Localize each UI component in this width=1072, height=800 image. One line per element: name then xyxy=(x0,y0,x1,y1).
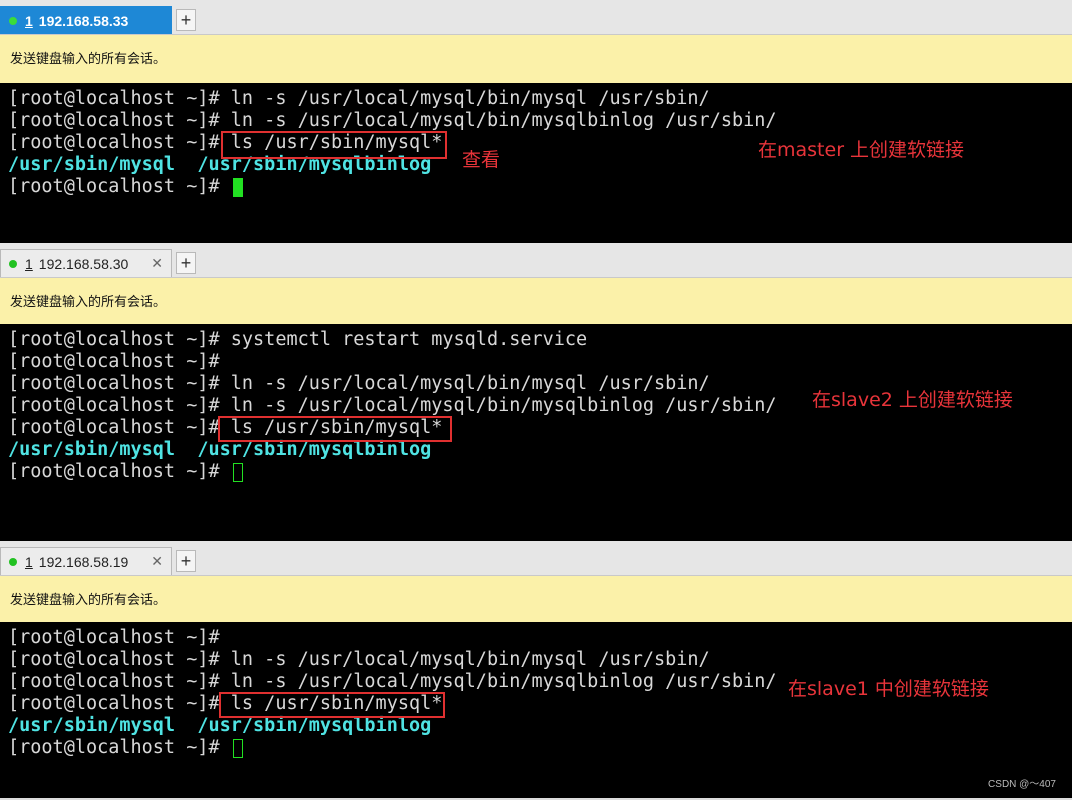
terminal-line: [root@localhost ~]# ln -s /usr/local/mys… xyxy=(8,110,777,131)
tab-bar: 1 192.168.58.33 + xyxy=(0,0,1072,35)
add-tab-button[interactable]: + xyxy=(176,252,196,274)
close-icon[interactable]: ✕ xyxy=(151,255,163,272)
terminal-screen[interactable]: [root@localhost ~]# systemctl restart my… xyxy=(0,324,1072,541)
watermark: CSDN @～407 xyxy=(988,779,1056,790)
tab-session-2[interactable]: 1 192.168.58.30 ✕ xyxy=(0,249,172,277)
terminal-cursor xyxy=(232,177,243,197)
terminal-line: [root@localhost ~]# ln -s /usr/local/mys… xyxy=(8,649,710,670)
terminal-line: [root@localhost ~]# xyxy=(8,737,1072,759)
terminal-screen[interactable]: [root@localhost ~]# [root@localhost ~]# … xyxy=(0,622,1072,798)
terminal-cursor xyxy=(232,462,243,482)
tab-number: 1 xyxy=(25,553,33,570)
tab-session-1[interactable]: 1 192.168.58.33 xyxy=(0,6,172,34)
annotation-master: 在master 上创建软链接 xyxy=(758,139,965,161)
annotation-view: 查看 xyxy=(462,149,501,171)
tab-bar: 1 192.168.58.19 ✕ + xyxy=(0,541,1072,576)
session-panel-2: 1 192.168.58.30 ✕ + 发送键盘输入的所有会话。 [root@l… xyxy=(0,243,1072,541)
tab-bar: 1 192.168.58.30 ✕ + xyxy=(0,243,1072,278)
tab-host: 192.168.58.19 xyxy=(38,553,129,570)
highlight-box xyxy=(218,416,452,442)
tab-host: 192.168.58.30 xyxy=(38,255,129,272)
highlight-box xyxy=(219,692,445,718)
connected-status-icon xyxy=(9,16,17,25)
annotation-slave1: 在slave1 中创建软链接 xyxy=(788,678,989,700)
terminal-line: [root@localhost ~]# xyxy=(8,627,231,648)
tab-host: 192.168.58.33 xyxy=(38,12,129,29)
tab-number: 1 xyxy=(25,12,33,29)
add-tab-button[interactable]: + xyxy=(176,9,196,31)
terminal-cursor xyxy=(232,738,243,758)
ls-output-line: /usr/sbin/mysql /usr/sbin/mysqlbinlog xyxy=(8,715,432,736)
terminal-line: [root@localhost ~]# ls /usr/sbin/mysql* xyxy=(8,417,443,438)
terminal-line: [root@localhost ~]# systemctl restart my… xyxy=(8,329,588,350)
broadcast-notice: 发送键盘输入的所有会话。 xyxy=(0,576,1072,624)
highlight-box xyxy=(221,131,447,159)
terminal-line: [root@localhost ~]# xyxy=(8,461,1072,483)
close-icon[interactable]: ✕ xyxy=(151,553,163,570)
session-panel-3: 1 192.168.58.19 ✕ + 发送键盘输入的所有会话。 [root@l… xyxy=(0,541,1072,800)
connected-status-icon xyxy=(9,259,17,268)
broadcast-notice: 发送键盘输入的所有会话。 xyxy=(0,278,1072,326)
terminal-screen[interactable]: [root@localhost ~]# ln -s /usr/local/mys… xyxy=(0,83,1072,243)
ls-output-line: /usr/sbin/mysql /usr/sbin/mysqlbinlog xyxy=(8,439,432,460)
terminal-line: [root@localhost ~]# xyxy=(8,176,1072,198)
tab-number: 1 xyxy=(25,255,33,272)
terminal-line: [root@localhost ~]# xyxy=(8,351,231,372)
add-tab-button[interactable]: + xyxy=(176,550,196,572)
broadcast-notice: 发送键盘输入的所有会话。 xyxy=(0,35,1072,83)
connected-status-icon xyxy=(9,557,17,566)
annotation-slave2: 在slave2 上创建软链接 xyxy=(812,389,1013,411)
tab-session-3[interactable]: 1 192.168.58.19 ✕ xyxy=(0,547,172,575)
terminal-line: [root@localhost ~]# ln -s /usr/local/mys… xyxy=(8,88,710,109)
session-panel-1: 1 192.168.58.33 + 发送键盘输入的所有会话。 [root@loc… xyxy=(0,0,1072,243)
